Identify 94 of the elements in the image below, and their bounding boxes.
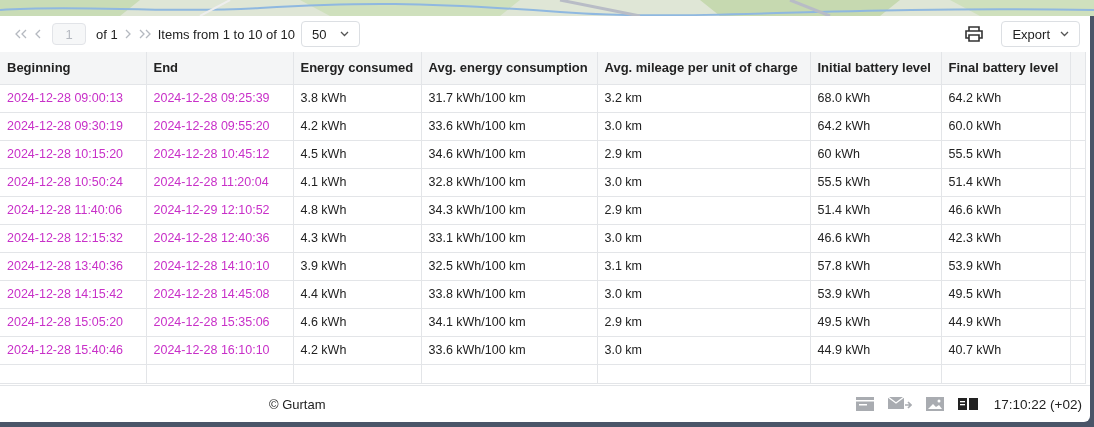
table-cell: 2.9 km [597, 140, 810, 168]
column-header: Avg. mileage per unit of charge [597, 52, 810, 84]
table-cell: 51.4 kWh [810, 196, 941, 224]
date-link[interactable]: 2024-12-28 09:25:39 [146, 84, 293, 112]
table-cell: 46.6 kWh [810, 224, 941, 252]
table-cell: 4.4 kWh [293, 280, 421, 308]
table-cell: 51.4 kWh [941, 168, 1070, 196]
print-icon[interactable] [965, 26, 984, 42]
table-cell: 60 kWh [810, 140, 941, 168]
mail-icon[interactable] [887, 397, 912, 411]
date-link[interactable]: 2024-12-28 14:15:42 [0, 280, 146, 308]
table-cell: 4.2 kWh [293, 112, 421, 140]
table-cell: 31.7 kWh/100 km [421, 84, 597, 112]
export-button[interactable]: Export [1001, 21, 1080, 47]
table-cell: 44.9 kWh [941, 308, 1070, 336]
table-cell: 68.0 kWh [810, 84, 941, 112]
table-cell: 57.8 kWh [810, 252, 941, 280]
column-header: Initial battery level [810, 52, 941, 84]
table-cell: 4.3 kWh [293, 224, 421, 252]
date-link[interactable]: 2024-12-28 09:55:20 [146, 112, 293, 140]
table-cell: 64.2 kWh [941, 84, 1070, 112]
date-link[interactable]: 2024-12-28 15:05:20 [0, 308, 146, 336]
date-link[interactable]: 2024-12-28 11:40:06 [0, 196, 146, 224]
clock-time: 17:10:22 (+02) [993, 396, 1082, 412]
caret-icon [340, 31, 350, 37]
table-cell: 33.6 kWh/100 km [421, 336, 597, 364]
date-link[interactable]: 2024-12-28 12:15:32 [0, 224, 146, 252]
table-cell: 44.9 kWh [810, 336, 941, 364]
table-cell: 49.5 kWh [941, 280, 1070, 308]
table-cell: 46.6 kWh [941, 196, 1070, 224]
column-header: Avg. energy consumption [421, 52, 597, 84]
page-count: of 1 [96, 26, 118, 42]
table-cell: 3.1 km [597, 252, 810, 280]
column-header: End [146, 52, 293, 84]
table-cell: 32.8 kWh/100 km [421, 168, 597, 196]
table-cell: 3.0 km [597, 112, 810, 140]
table-cell: 3.0 km [597, 336, 810, 364]
table-cell: 32.5 kWh/100 km [421, 252, 597, 280]
date-link[interactable]: 2024-12-28 14:45:08 [146, 280, 293, 308]
previous-page-button[interactable] [34, 29, 42, 39]
table-cell: 42.3 kWh [941, 224, 1070, 252]
caret-icon [1060, 31, 1069, 37]
date-link[interactable]: 2024-12-28 10:45:12 [146, 140, 293, 168]
table-cell: 4.6 kWh [293, 308, 421, 336]
date-link[interactable]: 2024-12-28 10:50:24 [0, 168, 146, 196]
date-link[interactable]: 2024-12-28 11:20:04 [146, 168, 293, 196]
date-link[interactable]: 2024-12-28 13:40:36 [0, 252, 146, 280]
table-cell: 3.0 km [597, 280, 810, 308]
table-cell: 53.9 kWh [941, 252, 1070, 280]
date-link[interactable]: 2024-12-29 12:10:52 [146, 196, 293, 224]
table-cell: 4.1 kWh [293, 168, 421, 196]
table-cell: 40.7 kWh [941, 336, 1070, 364]
table-cell: 4.5 kWh [293, 140, 421, 168]
table-cell: 33.6 kWh/100 km [421, 112, 597, 140]
date-link[interactable]: 2024-12-28 10:15:20 [0, 140, 146, 168]
date-link[interactable]: 2024-12-28 15:40:46 [0, 336, 146, 364]
table-cell: 55.5 kWh [941, 140, 1070, 168]
date-link[interactable]: 2024-12-28 16:10:10 [146, 336, 293, 364]
date-link[interactable]: 2024-12-28 09:00:13 [0, 84, 146, 112]
table-cell: 3.9 kWh [293, 252, 421, 280]
page-size-select[interactable]: 50 [301, 21, 361, 47]
table-cell: 55.5 kWh [810, 168, 941, 196]
next-page-button[interactable] [123, 29, 132, 39]
table-cell: 34.1 kWh/100 km [421, 308, 597, 336]
first-page-button[interactable] [14, 29, 28, 39]
last-page-button[interactable] [137, 29, 152, 39]
table-cell: 3.0 km [597, 224, 810, 252]
items-range: Items from 1 to 10 of 10 [157, 26, 295, 42]
date-link[interactable]: 2024-12-28 14:10:10 [146, 252, 293, 280]
layout-icon[interactable] [957, 398, 978, 410]
table-cell: 34.3 kWh/100 km [421, 196, 597, 224]
table-cell: 34.6 kWh/100 km [421, 140, 597, 168]
date-link[interactable]: 2024-12-28 15:35:06 [146, 308, 293, 336]
table-cell: 60.0 kWh [941, 112, 1070, 140]
table-cell: 49.5 kWh [810, 308, 941, 336]
table-cell: 2.9 km [597, 308, 810, 336]
table-cell: 3.2 km [597, 84, 810, 112]
column-header: Final battery level [941, 52, 1070, 84]
image-icon[interactable] [925, 397, 944, 411]
table-cell: 33.1 kWh/100 km [421, 224, 597, 252]
column-header: Beginning [0, 52, 146, 84]
date-link[interactable]: 2024-12-28 09:30:19 [0, 112, 146, 140]
table-cell: 2.9 km [597, 196, 810, 224]
table-cell: 33.8 kWh/100 km [421, 280, 597, 308]
date-link[interactable]: 2024-12-28 12:40:36 [146, 224, 293, 252]
copyright: © Gurtam [269, 396, 326, 412]
table-cell: 53.9 kWh [810, 280, 941, 308]
table-cell: 3.8 kWh [293, 84, 421, 112]
card-icon[interactable] [855, 397, 874, 411]
table-cell: 64.2 kWh [810, 112, 941, 140]
column-header: Energy consumed [293, 52, 421, 84]
table-cell: 3.0 km [597, 168, 810, 196]
table-cell: 4.8 kWh [293, 196, 421, 224]
table-cell: 4.2 kWh [293, 336, 421, 364]
